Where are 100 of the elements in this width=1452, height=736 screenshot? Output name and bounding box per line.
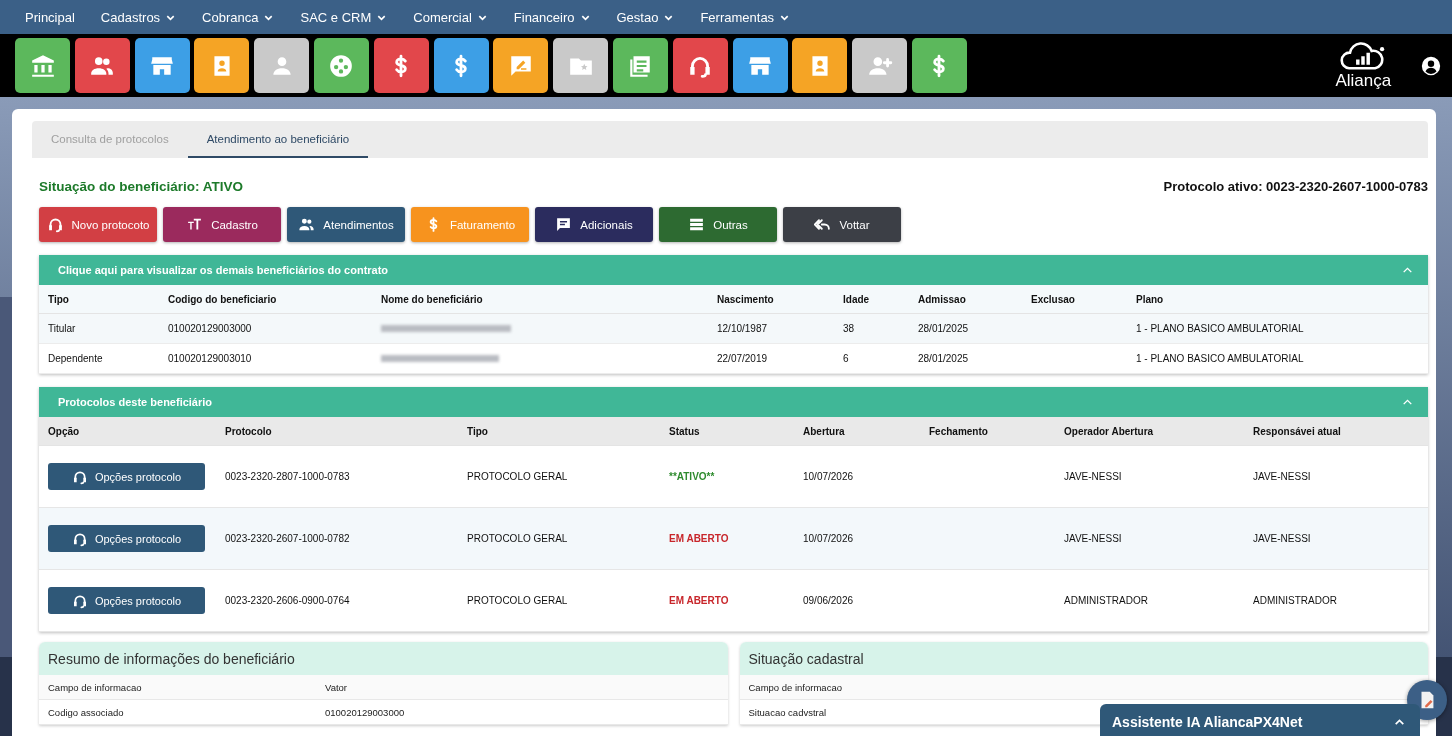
status-label: EM ABERTO [669,533,730,544]
tab[interactable]: Atendimento ao beneficiário [187,121,369,158]
nav-menu-item[interactable]: Financeiro [513,9,591,25]
table-cell-text: JAVE-NESSI [1253,471,1312,482]
action-button[interactable]: Vottar [783,207,901,242]
nav-menu-item[interactable]: SAC e CRM [300,9,388,25]
table-cell-text: 10/07/2026 [803,533,855,544]
table-cell-text: ADMINISTRADOR [1064,595,1149,606]
table-cell-text: 22/07/2019 [717,353,769,364]
column-header: Vator [325,681,348,693]
action-button[interactable]: Outras [659,207,777,242]
shortcut-button[interactable] [732,38,788,93]
column-header: Fechamento [929,425,989,437]
panel-title: Clique aqui para visualizar os demais beneficiários do contrato [58,264,389,276]
column-header: Tipo [48,293,70,305]
panel-title: Situação cadastral [739,642,1428,675]
panel-title: Resumo de informações do beneficiário [39,642,728,675]
reply-icon [814,216,832,233]
column-header: Responsávei atual [1253,425,1342,437]
shortcut-button[interactable] [254,38,310,93]
headset-icon [46,216,64,233]
shortcut-button[interactable] [553,38,609,93]
logo-wordmark: Aliança [1335,71,1392,90]
active-protocol: Protocolo ativo: 0023-2320-2607-1000-0783 [1163,178,1428,194]
beneficiary-status: Situação do beneficiário: ATIVO [39,178,244,194]
protocol-options-button[interactable]: Opções protocolo [48,525,205,552]
table-cell-text: 09/06/2026 [803,595,855,606]
status-label: EM ABERTO [669,595,730,606]
table-cell-text: PROTOCOLO GERAL [467,533,569,544]
table-cell-text: 38 [843,323,856,334]
column-header: Codigo do beneficiario [168,293,278,305]
table-cell-text: PROTOCOLO GERAL [467,471,569,482]
shortcut-button[interactable] [911,38,967,93]
table-cell-text: JAVE-NESSI [1064,471,1123,482]
action-button[interactable]: Novo protocoto [39,207,157,242]
table-cell-text: 010020129003000 [168,323,253,334]
column-header: Nome do beneficiário [381,293,484,305]
column-header: Admissao [918,293,967,305]
shortcut-button[interactable] [194,38,250,93]
panel-title: Protocolos deste beneficiário [58,396,213,408]
table-cell-text: Titular [48,323,77,334]
table-cell-text: 10/07/2026 [803,471,855,482]
shortcut-button[interactable] [433,38,489,93]
nav-menu-item[interactable]: Ferramentas [700,9,791,25]
assistant-title: Assistente IA AliancaPX4Net [1112,714,1303,730]
shortcut-button[interactable] [852,38,908,93]
user-account-icon[interactable] [1420,54,1442,77]
table-cell-text: Situacao cadvstral [748,706,828,718]
column-header: Nascimento [717,293,775,305]
table-cell-text: 0023-2320-2807-1000-0783 [225,471,351,482]
reel-icon [328,52,355,79]
people-icon [298,216,316,233]
column-header: Operador Abertura [1064,425,1155,437]
table-cell-text: 1 - PLANO BASICO AMBULATORIAL [1136,323,1305,334]
column-header: Protocolo [225,425,273,437]
nav-menu-item[interactable]: Gestao [616,9,675,25]
table-cell-text: JAVE-NESSI [1064,533,1123,544]
shortcut-button[interactable] [792,38,848,93]
action-button[interactable]: Atendimentos [287,207,405,242]
nav-menu-item[interactable]: Cadastros [100,9,177,25]
status-label: **ATIVO** [669,471,716,482]
table-cell-text: 12/10/1987 [717,323,769,334]
table-cell-text: 28/01/2025 [918,353,970,364]
shortcut-button[interactable] [672,38,728,93]
assistant-chat-bar[interactable]: Assistente IA AliancaPX4Net [1100,704,1420,736]
table-cell-text: PROTOCOLO GERAL [467,595,569,606]
table-cell-text: 1 - PLANO BASICO AMBULATORIAL [1136,353,1305,364]
table-cell-text: 6 [843,353,850,364]
nav-menu-item[interactable]: Principal [25,9,75,25]
column-header: Status [669,425,701,437]
column-header: Tipo [467,425,489,437]
column-header: Campo de informacao [48,681,143,693]
shortcut-button[interactable] [134,38,190,93]
protocol-options-button[interactable]: Opções protocolo [48,463,205,490]
column-header: Exclusao [1031,293,1076,305]
table-cell-text: 0023-2320-2607-1000-0782 [225,533,351,544]
table-cell-text: 010020129003010 [168,353,253,364]
shortcut-button[interactable] [493,38,549,93]
column-header: Opção [48,425,81,437]
table-cell-text: Codigo associado [48,706,125,718]
nav-menu-item[interactable]: Cobranca [202,9,275,25]
shortcut-button[interactable] [612,38,668,93]
shortcut-button[interactable] [74,38,130,93]
column-header: Campo de informacao [748,681,843,693]
bank-icon [29,52,56,79]
table-cell-text: 28/01/2025 [918,323,970,334]
column-header: Abertura [803,425,846,437]
nav-menu-item[interactable]: Comercial [413,9,488,25]
column-header: Idade [843,293,871,305]
action-button[interactable]: Adicionais [535,207,653,242]
table-cell-text: JAVE-NESSI [1253,533,1312,544]
list-icon [688,216,706,233]
column-header: Plano [1136,293,1165,305]
table-cell-text: ADMINISTRADOR [1253,595,1338,606]
action-button[interactable]: Cadastro [163,207,281,242]
chat-icon [555,216,573,233]
shortcut-button[interactable] [373,38,429,93]
protocol-options-button[interactable]: Opções protocolo [48,587,205,614]
table-cell-text: 0023-2320-2606-0900-0764 [225,595,351,606]
table-cell-text: 010020129003000 [325,706,406,718]
